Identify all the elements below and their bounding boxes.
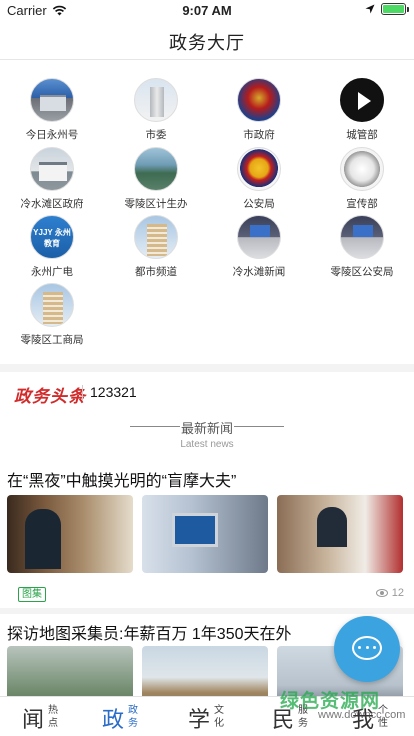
grid-item-gonganju[interactable]: 公安局 [207,147,311,211]
grid-item-lingling-gongshang[interactable]: 零陵区工商局 [14,283,90,347]
emblem-avatar [237,78,281,122]
grid-item-label: 冷水滩区政府 [20,198,84,210]
grid-item-label: 都市频道 [135,266,177,278]
view-count: 12 [375,587,404,599]
grid-item-chengguan[interactable]: 城管部 [310,78,414,142]
grid-item-lengshuitan-news[interactable]: 冷水滩新闻 [207,215,311,279]
grid-item-jinri-yongzhou[interactable]: 今日永州号 [0,78,104,142]
article-thumbnail [142,495,268,573]
grid-item-xuanchuanbu[interactable]: 宣传部 [310,147,414,211]
news-section-subtitle: Latest news [180,439,234,450]
grid-item-dushi-pindao[interactable]: 都市频道 [104,215,208,279]
grid-item-shizhengfu[interactable]: 市政府 [207,78,311,142]
tab-big-label: 闻 [22,707,45,732]
blue-building-avatar [30,78,74,122]
grid-item-shiwei[interactable]: 市委 [104,78,208,142]
apartment-avatar [134,215,178,259]
article-thumbnail [7,646,133,696]
grid-item-lingling-jisheng[interactable]: 零陵区计生办 [104,147,208,211]
article-thumbnail [142,646,268,696]
grid-item-yongzhou-guangdian[interactable]: YJJY 永州教育 永州广电 [0,215,104,279]
view-count-value: 12 [391,587,404,599]
newsroom-avatar [237,215,281,259]
grid-item-label: 永州广电 [31,266,73,278]
eye-icon [375,589,388,597]
grid-item-label: 今日永州号 [25,129,79,141]
ellipsis-icon [358,646,376,649]
police-emblem-icon [237,147,281,191]
grid-item-label: 宣传部 [346,198,378,210]
tab-small-label: 热点 [48,705,58,729]
divider [130,426,180,427]
news-section-heading: 最新新闻 Latest news [0,418,414,454]
divider [234,426,284,427]
tab-small-label: 文化 [214,705,224,729]
grid-item-label: 城管部 [346,129,378,141]
battery-fill [383,5,404,13]
gov-building-avatar [30,147,74,191]
grid-item-label: 市政府 [243,129,275,141]
status-right [365,3,409,15]
nav-header: 政务大厅 [0,20,414,60]
grid-item-lengshuitan-gov[interactable]: 冷水滩区政府 [0,147,104,211]
article-title[interactable]: 在“黑夜”中触摸光明的“盲摩大夫” [7,467,236,491]
apartment-avatar [30,283,74,327]
tab-big-label: 学 [188,707,211,732]
gallery-tag: 图集 [18,587,46,602]
national-emblem-icon [340,147,384,191]
grid-item-label: 零陵区公安局 [330,266,394,278]
status-time: 9:07 AM [182,3,232,18]
grid-item-label: 零陵区工商局 [20,334,84,346]
tab-wen[interactable]: 闻 热点 [22,700,112,734]
tab-zheng[interactable]: 政 政务 [102,700,192,734]
headline-text[interactable]: 123321 [90,384,137,400]
edu-logo-avatar: YJJY 永州教育 [30,215,74,259]
status-bar: Carrier 9:07 AM [0,0,414,20]
grid-item-label: 零陵区计生办 [124,198,188,210]
headline-bar[interactable]: 政务头条 123321 [0,364,414,408]
grid-item-label: 公安局 [243,198,275,210]
grid-item-label: 冷水滩新闻 [232,266,286,278]
play-icon [340,78,384,122]
headline-logo: 政务头条 [14,387,86,406]
city-avatar [134,147,178,191]
tower-avatar [134,78,178,122]
article-thumbnail [7,495,133,573]
grid-item-label: 市委 [145,129,167,141]
location-arrow-icon [365,4,375,14]
tab-xue[interactable]: 学 文化 [188,700,278,734]
article-title[interactable]: 探访地图采集员:年薪百万 1年350天在外 [7,620,292,644]
article-card[interactable]: 在“黑夜”中触摸光明的“盲摩大夫” 图集 12 [0,460,414,608]
chat-fab-button[interactable] [334,616,400,682]
battery-cap [407,7,409,12]
grid-item-lingling-police[interactable]: 零陵区公安局 [310,215,414,279]
article-thumbnails [7,495,407,575]
divider [82,385,83,401]
newsroom-avatar [340,215,384,259]
tab-big-label: 政 [102,707,125,732]
news-section-title: 最新新闻 [180,421,233,436]
watermark-url: www.downcc.com [318,709,406,721]
battery-icon [381,3,409,15]
article-thumbnail [277,495,403,573]
tab-small-label: 政务 [128,705,138,729]
page-title: 政务大厅 [169,33,245,53]
